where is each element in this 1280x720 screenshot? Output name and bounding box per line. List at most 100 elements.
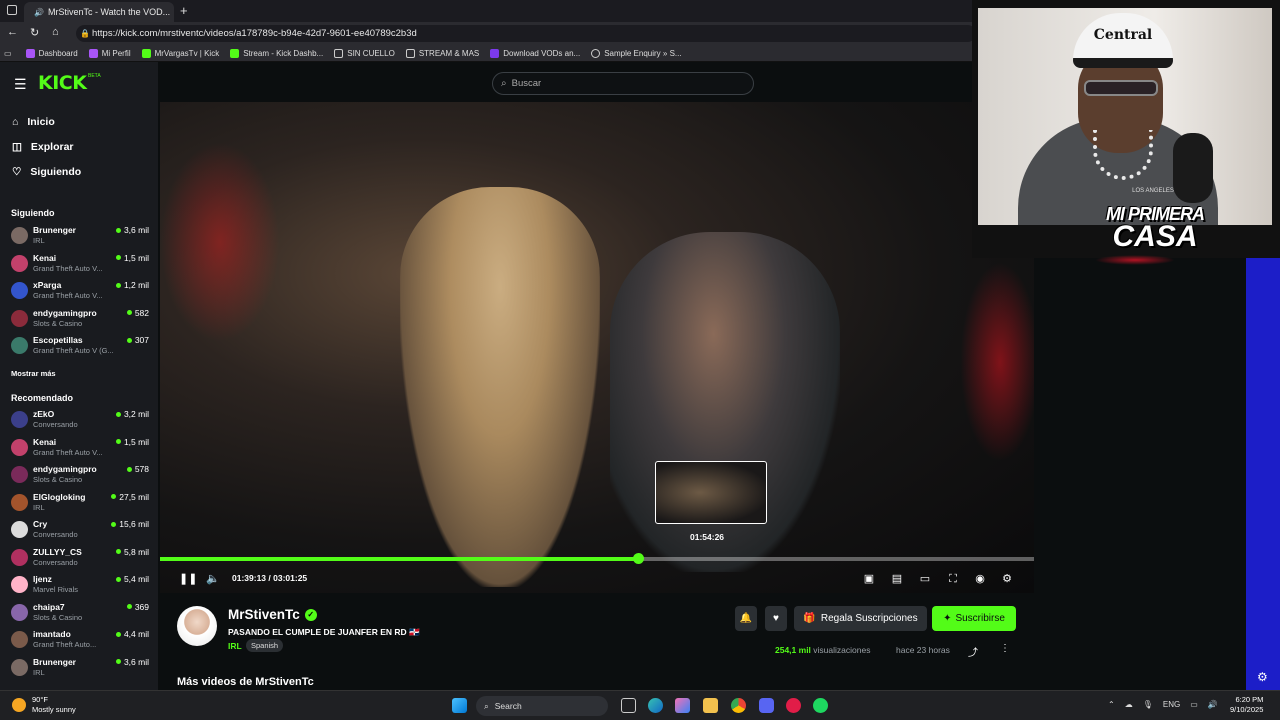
viewer-count: 578 [126, 464, 149, 474]
bookmark-stream-dashboard[interactable]: Stream - Kick Dashb... [230, 48, 323, 58]
bookmark-sample-enquiry[interactable]: Sample Enquiry » S... [591, 48, 682, 58]
bookmark-mi-perfil[interactable]: Mi Perfil [88, 48, 131, 58]
sidebar-channel-following[interactable]: Kenai Grand Theft Auto V... 1,5 mil [11, 252, 151, 278]
sidebar-channel-recommended[interactable]: Brunenger IRL 3,6 mil [11, 656, 151, 682]
volume-icon[interactable]: 🔈 [206, 572, 220, 586]
sidebar-channel-recommended[interactable]: imantado Grand Theft Auto... 4,4 mil [11, 628, 151, 654]
video-frame-redlight [960, 262, 1034, 462]
live-dot-icon [126, 337, 132, 343]
bookmark-icon [25, 48, 35, 58]
progress-bar[interactable] [160, 557, 1034, 561]
bookmark-dashboard[interactable]: Dashboard [25, 48, 78, 58]
show-more-link[interactable]: Mostrar más [11, 369, 56, 378]
theater-mode-icon[interactable]: ▭ [918, 572, 932, 586]
player-controls: ❚❚ 🔈 01:39:13 / 03:01:25 ▣ ▤ ▭ ⛶ ◉ ⚙ [160, 568, 1034, 590]
taskbar-search[interactable]: ⌕ Search [476, 696, 608, 716]
fullscreen-icon[interactable]: ⛶ [946, 572, 960, 586]
display-icon[interactable]: ▭ [1190, 700, 1198, 709]
sidebar-channel-recommended[interactable]: ZULLYY_CS Conversando 5,8 mil [11, 546, 151, 572]
system-clock[interactable]: 6:20 PM 9/10/2025 [1230, 695, 1263, 715]
file-explorer-icon[interactable] [703, 698, 718, 713]
back-icon[interactable]: ← [7, 26, 18, 38]
channel-avatar [11, 658, 28, 676]
follow-heart-button[interactable]: ♥ [765, 606, 787, 631]
language-indicator[interactable]: ENG [1163, 700, 1180, 709]
url-field[interactable]: 🔒 https://kick.com/mrstiventc/videos/a17… [76, 25, 976, 42]
sidebar-channel-following[interactable]: Brunenger IRL 3,6 mil [11, 224, 151, 250]
sidebar-channel-recommended[interactable]: chaipa7 Slots & Casino 369 [11, 601, 151, 627]
star-icon: ✦ [943, 613, 952, 624]
channel-category: Grand Theft Auto V... [33, 263, 103, 273]
nav-following[interactable]: ♡ Siguiendo [12, 166, 81, 178]
share-icon[interactable]: ⤴ [968, 644, 978, 659]
category-link[interactable]: IRL [228, 641, 242, 651]
bookmark-stream-mas[interactable]: STREAM & MAS [405, 48, 479, 58]
heart-icon: ♥ [773, 613, 779, 624]
notification-bell-button[interactable]: 🔔 [735, 606, 757, 631]
bookmark-mrvargastv[interactable]: MrVargasTv | Kick [141, 48, 219, 58]
home-icon[interactable]: ⌂ [52, 26, 59, 38]
channel-avatar [11, 466, 28, 483]
windows-start-icon[interactable] [452, 698, 467, 713]
live-dot-icon [126, 310, 132, 315]
browser-tab[interactable]: 🔊 MrStivenTc - Watch the VOD... ✕ [24, 2, 174, 22]
sidebar-channel-recommended[interactable]: Kenai Grand Theft Auto V... 1,5 mil [11, 436, 151, 462]
settings-gear-icon[interactable]: ⚙ [1257, 670, 1268, 684]
chrome-icon[interactable] [731, 698, 746, 713]
chevron-up-icon[interactable]: ⌃ [1108, 700, 1115, 709]
volume-icon[interactable]: 🔊 [1208, 700, 1218, 709]
spotify-icon[interactable] [813, 698, 828, 713]
more-options-icon[interactable]: ⋮ [1000, 643, 1010, 654]
search-input[interactable]: ⌕ Buscar [492, 72, 754, 95]
discord-icon[interactable] [759, 698, 774, 713]
bookmark-sin-cuello[interactable]: SIN CUELLO [334, 48, 395, 58]
sidebar-channel-following[interactable]: xParga Grand Theft Auto V... 1,2 mil [11, 279, 151, 305]
bookmark-download-vods[interactable]: Download VODs an... [490, 48, 580, 58]
sidebar-channel-recommended[interactable]: Cry Conversando 15,6 mil [11, 518, 151, 544]
sidebar-channel-recommended[interactable]: zEkO Conversando 3,2 mil [11, 408, 151, 434]
mic-icon[interactable]: 🎙 [1143, 700, 1153, 709]
viewer-count: 4,4 mil [115, 629, 149, 639]
weather-widget[interactable]: 90°F Mostly sunny [12, 695, 76, 715]
task-view-icon[interactable] [621, 698, 636, 713]
cloud-icon[interactable]: ☁ [1125, 700, 1133, 709]
channel-name-row[interactable]: MrStivenTc ✓ [228, 607, 317, 622]
sidebar-channel-following[interactable]: endygamingpro Slots & Casino 582 [11, 307, 151, 333]
live-dot-icon [115, 576, 121, 582]
opera-icon[interactable] [786, 698, 801, 713]
sun-icon [12, 698, 26, 712]
sidebar-channel-following[interactable]: Escopetillas Grand Theft Auto V (G... 307 [11, 334, 151, 360]
speaker-icon[interactable]: 🔊 [34, 8, 44, 17]
bookmarks-toggle-icon[interactable]: ▭ [4, 49, 12, 58]
sidebar-channel-recommended[interactable]: ElGlogloking IRL 27,5 mil [11, 491, 151, 517]
copilot-icon[interactable] [675, 698, 690, 713]
channel-avatar [11, 521, 28, 538]
reload-icon[interactable]: ↻ [30, 26, 39, 39]
channel-avatar[interactable] [177, 606, 217, 646]
language-tag[interactable]: Spanish [246, 639, 284, 652]
url-text: https://kick.com/mrstiventc/videos/a1787… [92, 28, 417, 39]
mini-player-icon[interactable]: ▤ [890, 572, 904, 586]
kick-logo[interactable]: KICK [38, 72, 87, 94]
menu-icon[interactable]: ☰ [14, 76, 27, 93]
gift-icon: 🎁 [803, 613, 816, 624]
playback-speed-icon[interactable]: ◉ [973, 572, 987, 586]
tab-actions-icon[interactable] [7, 5, 17, 15]
video-player[interactable] [160, 102, 1034, 593]
pause-icon[interactable]: ❚❚ [179, 572, 197, 586]
sidebar-channel-recommended[interactable]: ljenz Marvel Rivals 5,4 mil [11, 573, 151, 599]
live-dot-icon [111, 494, 117, 499]
nav-explore[interactable]: ◫ Explorar [12, 141, 74, 153]
channel-name: chaipa7 [33, 601, 65, 612]
nav-home[interactable]: ⌂ Inicio [12, 116, 55, 128]
new-tab-icon[interactable]: + [180, 3, 188, 18]
sidebar-channel-recommended[interactable]: endygamingpro Slots & Casino 578 [11, 463, 151, 489]
pip-icon[interactable]: ▣ [862, 572, 876, 586]
subscribe-button[interactable]: ✦ Suscribirse [932, 606, 1016, 631]
gift-subs-button[interactable]: 🎁 Regala Suscripciones [794, 606, 927, 631]
edge-icon[interactable] [648, 698, 663, 713]
search-icon: ⌕ [501, 78, 507, 89]
channel-avatar [11, 631, 28, 648]
channel-avatar [11, 282, 28, 299]
settings-gear-icon[interactable]: ⚙ [1000, 572, 1014, 586]
